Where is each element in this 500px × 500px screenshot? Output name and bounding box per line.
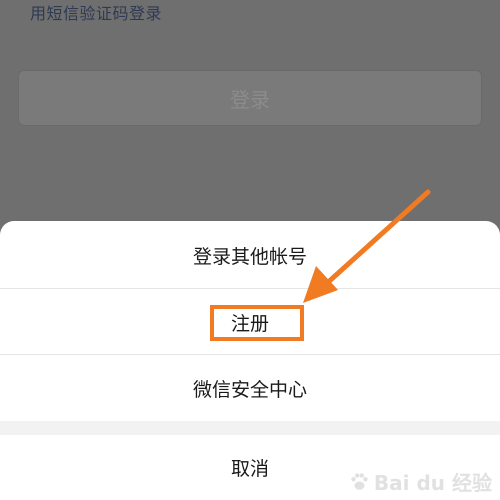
wechat-login-screen: 用短信验证码登录 登录 登录其他帐号 注册 微信安全中心 取消 Bai du 经… (0, 0, 500, 500)
paw-logo-icon (351, 472, 368, 490)
highlight-box (210, 305, 304, 341)
action-sheet: 登录其他帐号 注册 微信安全中心 取消 (0, 221, 500, 500)
wechat-security-center-option[interactable]: 微信安全中心 (0, 355, 500, 421)
sms-login-link[interactable]: 用短信验证码登录 (30, 0, 162, 24)
login-button[interactable]: 登录 (18, 70, 482, 126)
section-gap (0, 421, 500, 435)
watermark-text: Bai du 经验 (373, 471, 492, 495)
login-other-account-option[interactable]: 登录其他帐号 (0, 222, 500, 288)
baidu-watermark: Bai du 经验 (348, 467, 492, 496)
